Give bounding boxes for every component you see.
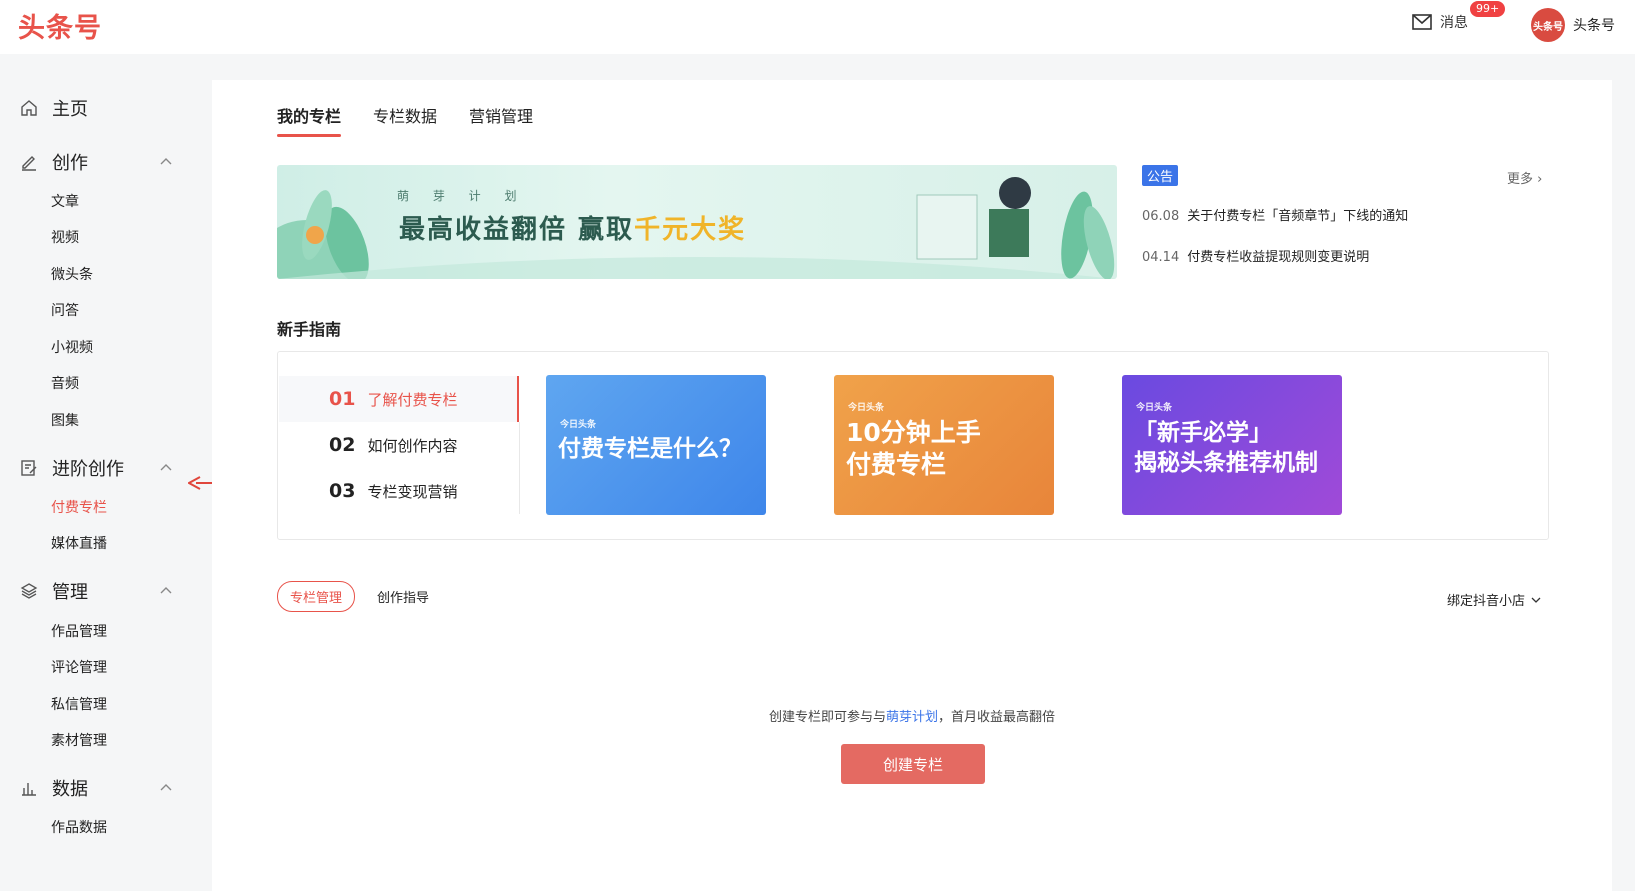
sidebar: 主页 创作 文章 视频 微头条 问答 小视频 音频 图集 进阶创作 付费专栏 媒…	[0, 54, 212, 891]
mail-icon	[1412, 14, 1432, 30]
banner-headline: 最高收益翻倍 赢取千元大奖	[399, 215, 747, 245]
tab-creation-guide[interactable]: 创作指导	[377, 587, 429, 606]
chevron-up-icon[interactable]	[159, 584, 173, 598]
promo-banner[interactable]: 萌 芽 计 划 最高收益翻倍 赢取千元大奖	[277, 165, 1117, 279]
sidebar-group-label: 管理	[52, 582, 88, 603]
messages-button[interactable]: 消息	[1412, 12, 1468, 32]
chevron-up-icon[interactable]	[159, 461, 173, 475]
sidebar-group-create[interactable]: 创作	[0, 150, 212, 174]
messages-label: 消息	[1440, 15, 1468, 31]
tab-my-column[interactable]: 我的专栏	[277, 103, 342, 137]
sidebar-item-works-data[interactable]: 作品数据	[51, 817, 107, 837]
sidebar-item-qa[interactable]: 问答	[51, 300, 79, 320]
sidebar-group-manage[interactable]: 管理	[0, 579, 212, 603]
guide-box: 01 了解付费专栏 02 如何创作内容 03 专栏变现营销 今日头条 付费专栏是什么？…	[277, 351, 1549, 540]
guide-card[interactable]: 今日头条 「新手必学」 揭秘头条推荐机制	[1122, 375, 1342, 515]
sidebar-group-label: 创作	[52, 153, 88, 174]
sidebar-group-label: 进阶创作	[52, 459, 124, 480]
chevron-up-icon[interactable]	[159, 781, 173, 795]
guide-title: 新手指南	[277, 320, 342, 339]
tab-column-data[interactable]: 专栏数据	[373, 103, 437, 137]
sidebar-item-works[interactable]: 作品管理	[51, 621, 107, 641]
layers-icon	[20, 582, 38, 600]
guide-item[interactable]: 02 如何创作内容	[279, 422, 519, 468]
guide-card[interactable]: 今日头条 付费专栏是什么？	[546, 375, 766, 515]
bar-chart-icon	[20, 779, 38, 797]
sidebar-item-audio[interactable]: 音频	[51, 373, 79, 393]
guide-divider	[519, 422, 520, 514]
notice-item[interactable]: 04.14 付费专栏收益提现规则变更说明	[1142, 246, 1369, 265]
sidebar-group-data[interactable]: 数据	[0, 776, 212, 800]
notice-item[interactable]: 06.08 关于付费专栏「音频章节」下线的通知	[1142, 205, 1408, 224]
notice-panel: 公告 更多 › 06.08 关于付费专栏「音频章节」下线的通知 04.14 付费专栏…	[1142, 165, 1557, 265]
sprout-plan-link[interactable]: 萌芽计划	[886, 710, 938, 725]
sidebar-group-label: 数据	[52, 779, 88, 800]
bind-shop-dropdown[interactable]: 绑定抖音小店	[1447, 590, 1541, 609]
sidebar-item-video[interactable]: 视频	[51, 227, 79, 247]
user-menu[interactable]: 头条号 头条号	[1531, 8, 1615, 42]
notice-more-link[interactable]: 更多 ›	[1507, 168, 1542, 187]
sidebar-item-short-video[interactable]: 小视频	[51, 337, 93, 357]
avatar: 头条号	[1531, 8, 1565, 42]
sidebar-item-weitoutiao[interactable]: 微头条	[51, 264, 93, 284]
username: 头条号	[1573, 18, 1615, 34]
edit-doc-icon	[20, 459, 38, 477]
guide-list: 01 了解付费专栏 02 如何创作内容 03 专栏变现营销	[279, 376, 519, 514]
sidebar-item-home[interactable]: 主页	[0, 96, 212, 120]
main-panel: 我的专栏 专栏数据 营销管理 萌 芽 计 划 最高收益翻倍 赢取千元大奖 公告 …	[212, 80, 1612, 891]
banner-subtitle: 萌 芽 计 划	[397, 189, 527, 203]
pen-icon	[20, 153, 38, 171]
sidebar-item-live[interactable]: 媒体直播	[51, 533, 107, 553]
sidebar-group-advanced[interactable]: 进阶创作	[0, 456, 212, 480]
empty-state-text: 创建专栏即可参与与萌芽计划，首月收益最高翻倍	[768, 710, 1056, 725]
guide-item[interactable]: 01 了解付费专栏	[279, 376, 519, 422]
tab-bar: 我的专栏 专栏数据 营销管理	[277, 103, 533, 137]
sidebar-item-article[interactable]: 文章	[51, 191, 79, 211]
guide-card[interactable]: 今日头条 10分钟上手 付费专栏	[834, 375, 1054, 515]
sidebar-item-label: 主页	[52, 99, 88, 120]
column-sub-tabs: 专栏管理 创作指导	[277, 581, 429, 612]
chevron-up-icon[interactable]	[159, 155, 173, 169]
messages-count-badge: 99+	[1470, 1, 1506, 17]
tab-column-manage[interactable]: 专栏管理	[277, 581, 356, 612]
home-icon	[20, 99, 38, 117]
top-bar: 头条号 消息 99+ 头条号 头条号	[0, 0, 1635, 54]
notice-badge: 公告	[1142, 165, 1179, 186]
sidebar-item-gallery[interactable]: 图集	[51, 410, 79, 430]
logo[interactable]: 头条号	[18, 6, 102, 45]
chevron-down-icon	[1531, 597, 1541, 603]
create-column-button[interactable]: 创建专栏	[841, 744, 985, 784]
sidebar-item-private-messages[interactable]: 私信管理	[51, 694, 107, 714]
sidebar-item-paid-column[interactable]: 付费专栏	[51, 497, 107, 517]
sidebar-item-materials[interactable]: 素材管理	[51, 730, 107, 750]
sidebar-item-comments[interactable]: 评论管理	[51, 657, 107, 677]
tab-marketing[interactable]: 营销管理	[469, 103, 533, 137]
guide-item[interactable]: 03 专栏变现营销	[279, 468, 519, 514]
